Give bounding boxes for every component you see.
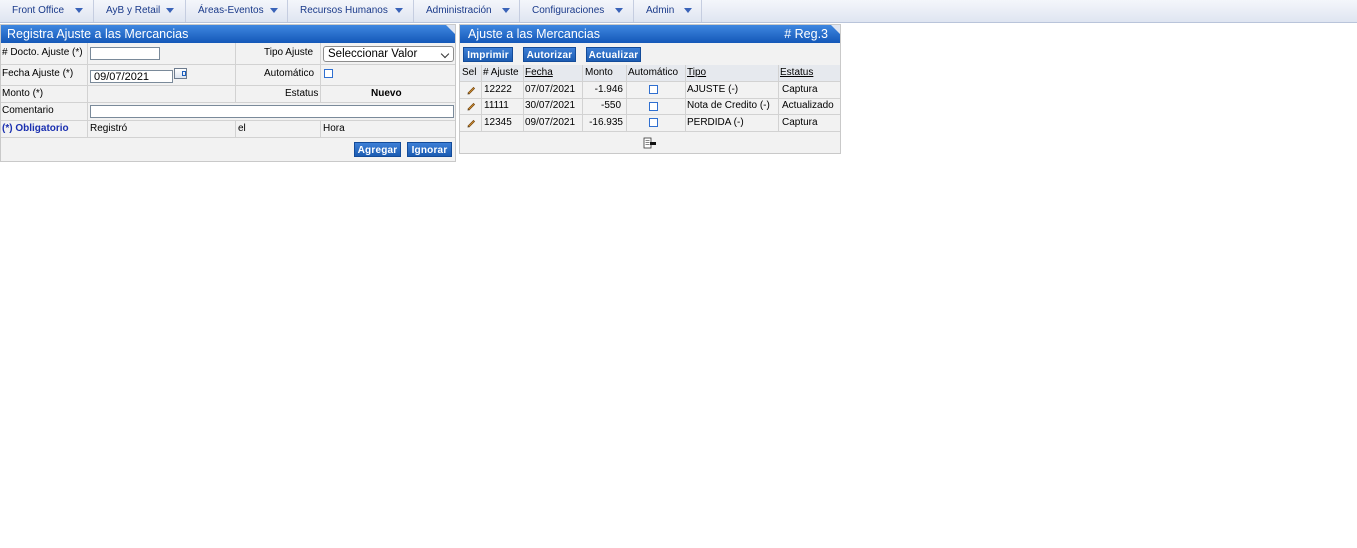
comentario-input[interactable] xyxy=(90,105,454,118)
col-divider xyxy=(235,43,236,102)
fecha-ajuste-label: Fecha Ajuste (*) xyxy=(2,68,74,79)
fecha-ajuste-input[interactable] xyxy=(90,70,173,83)
chevron-down-icon xyxy=(75,8,83,13)
row-estatus: Captura xyxy=(782,117,818,128)
menu-recursos-humanos[interactable]: Recursos Humanos xyxy=(288,0,414,22)
row-divider xyxy=(1,64,455,65)
tipo-ajuste-label: Tipo Ajuste xyxy=(264,47,314,58)
row-tipo: AJUSTE (-) xyxy=(687,84,739,95)
row-divider xyxy=(1,120,455,121)
imprimir-button[interactable]: Imprimir xyxy=(463,47,513,62)
chevron-down-icon xyxy=(615,8,623,13)
chevron-down-icon xyxy=(270,8,278,13)
monto-label: Monto (*) xyxy=(2,88,44,99)
chevron-down-icon xyxy=(395,8,403,13)
adjustments-list-panel: Ajuste a las Mercancias # Reg.3 Imprimir… xyxy=(459,24,841,154)
col-estatus[interactable]: Estatus xyxy=(780,65,813,81)
menu-front-office-label: Front Office xyxy=(12,5,65,16)
automatico-label: Automático xyxy=(264,68,315,79)
menu-admin-label: Admin xyxy=(646,5,675,16)
tipo-ajuste-select[interactable]: Seleccionar Valor xyxy=(323,46,454,62)
row-monto: -1.946 xyxy=(594,84,623,95)
col-fecha[interactable]: Fecha xyxy=(525,65,553,81)
col-tipo[interactable]: Tipo xyxy=(687,65,706,81)
col-divider xyxy=(235,120,236,137)
col-automatico: Automático xyxy=(628,67,679,78)
hora-label: Hora xyxy=(323,123,345,134)
row-divider xyxy=(1,102,455,103)
col-divider xyxy=(320,43,321,102)
record-count: # Reg.3 xyxy=(784,27,828,41)
agregar-button[interactable]: Agregar xyxy=(354,142,401,157)
row-fecha: 30/07/2021 xyxy=(525,100,576,111)
calendar-icon[interactable] xyxy=(174,68,187,79)
chevron-down-icon xyxy=(684,8,692,13)
row-estatus: Actualizado xyxy=(782,100,834,111)
row-ajuste: 12222 xyxy=(484,84,512,95)
row-divider xyxy=(460,131,840,132)
col-ajuste: # Ajuste xyxy=(483,67,519,78)
row-ajuste: 12345 xyxy=(484,117,512,128)
col-monto: Monto xyxy=(585,67,613,78)
docto-label: # Docto. Ajuste (*) xyxy=(2,47,83,58)
tipo-ajuste-selected: Seleccionar Valor xyxy=(328,48,418,60)
row-divider xyxy=(1,137,455,138)
docto-ajuste-input[interactable] xyxy=(90,47,160,60)
menu-administracion-label: Administración xyxy=(426,5,492,16)
corner-decoration xyxy=(446,25,455,34)
adjustments-list-header: Ajuste a las Mercancias # Reg.3 xyxy=(460,25,840,43)
menu-ayb-retail-label: AyB y Retail xyxy=(106,5,161,16)
menu-ayb-retail[interactable]: AyB y Retail xyxy=(94,0,186,22)
registro-label: Registró xyxy=(90,123,128,134)
actualizar-button[interactable]: Actualizar xyxy=(586,47,641,62)
register-adjustment-panel: Registra Ajuste a las Mercancias # Docto… xyxy=(0,24,456,162)
menu-administracion[interactable]: Administración xyxy=(414,0,520,22)
obligatorio-note: (*) Obligatorio xyxy=(2,123,69,134)
row-fecha: 09/07/2021 xyxy=(525,117,576,128)
pencil-icon[interactable] xyxy=(466,85,476,95)
menu-configuraciones[interactable]: Configuraciones xyxy=(520,0,634,22)
row-automatico-checkbox[interactable] xyxy=(649,102,658,111)
el-label: el xyxy=(238,123,246,134)
row-monto: -16.935 xyxy=(589,117,623,128)
estatus-label: Estatus xyxy=(285,88,319,99)
estatus-value: Nuevo xyxy=(371,88,402,99)
menu-admin[interactable]: Admin xyxy=(634,0,702,22)
col-sel: Sel xyxy=(462,67,477,78)
col-divider xyxy=(320,120,321,137)
row-fecha: 07/07/2021 xyxy=(525,84,576,95)
row-tipo: PERDIDA (-) xyxy=(687,117,744,128)
pencil-icon[interactable] xyxy=(466,118,476,128)
row-automatico-checkbox[interactable] xyxy=(649,85,658,94)
corner-decoration xyxy=(831,25,840,34)
export-icon[interactable] xyxy=(643,137,657,149)
menu-recursos-humanos-label: Recursos Humanos xyxy=(300,5,388,16)
menu-areas-eventos-label: Áreas-Eventos xyxy=(198,5,264,16)
chevron-down-icon xyxy=(502,8,510,13)
menu-configuraciones-label: Configuraciones xyxy=(532,5,605,16)
row-estatus: Captura xyxy=(782,84,818,95)
row-automatico-checkbox[interactable] xyxy=(649,118,658,127)
ignorar-button[interactable]: Ignorar xyxy=(407,142,452,157)
pencil-icon[interactable] xyxy=(466,101,476,111)
menu-front-office[interactable]: Front Office xyxy=(0,0,94,22)
autorizar-button[interactable]: Autorizar xyxy=(523,47,576,62)
chevron-down-icon xyxy=(166,8,174,13)
comentario-label: Comentario xyxy=(2,105,54,116)
row-ajuste: 11111 xyxy=(484,100,509,111)
row-monto: -550 xyxy=(600,100,621,111)
row-tipo: Nota de Credito (-) xyxy=(687,100,770,111)
top-menu-bar: Front Office AyB y Retail Áreas-Eventos … xyxy=(0,0,1357,23)
register-adjustment-header: Registra Ajuste a las Mercancias xyxy=(1,25,455,43)
panel-title: Ajuste a las Mercancias xyxy=(468,27,601,41)
automatico-checkbox[interactable] xyxy=(324,69,333,78)
menu-areas-eventos[interactable]: Áreas-Eventos xyxy=(186,0,288,22)
chevron-down-icon xyxy=(440,49,450,59)
panel-title: Registra Ajuste a las Mercancias xyxy=(7,27,189,41)
col-divider xyxy=(87,43,88,137)
